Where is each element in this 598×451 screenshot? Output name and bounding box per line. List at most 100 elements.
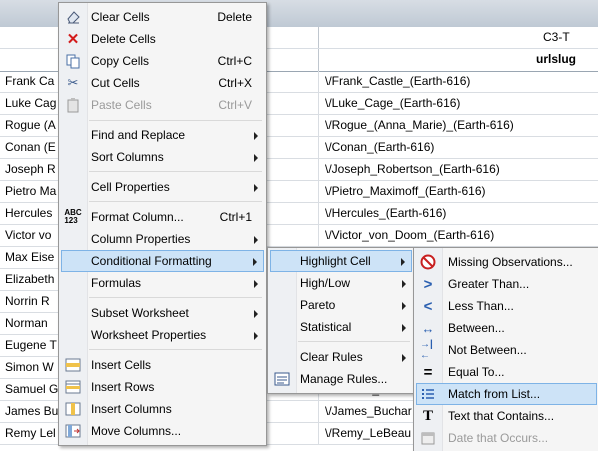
menu-item-not-between[interactable]: →|← Not Between... bbox=[416, 339, 597, 361]
equal-icon: = bbox=[423, 363, 433, 381]
slug-cell[interactable]: \/Frank_Castle_(Earth-616) bbox=[325, 74, 470, 88]
name-cell[interactable]: Norrin R bbox=[5, 294, 50, 308]
list-icon bbox=[420, 386, 436, 402]
menu-item-column-properties[interactable]: Column Properties bbox=[61, 228, 264, 250]
menu-item-pareto[interactable]: Pareto bbox=[270, 294, 412, 316]
menu-item-formulas[interactable]: Formulas bbox=[61, 272, 264, 294]
menu-item-worksheet-properties[interactable]: Worksheet Properties bbox=[61, 324, 264, 346]
slug-cell[interactable]: \/Hercules_(Earth-616) bbox=[325, 206, 446, 220]
name-cell[interactable]: Norman bbox=[5, 316, 48, 330]
submenu-arrow-icon bbox=[402, 302, 406, 310]
submenu-arrow-icon bbox=[402, 280, 406, 288]
menu-item-label: Copy Cells bbox=[91, 54, 150, 68]
menu-separator bbox=[89, 201, 262, 202]
slug-cell[interactable]: \/Conan_(Earth-616) bbox=[325, 140, 434, 154]
menu-item-label: Formulas bbox=[91, 276, 142, 290]
menu-item-label: High/Low bbox=[300, 276, 351, 290]
menu-item-clear-cells[interactable]: Clear Cells Delete bbox=[61, 6, 264, 28]
menu-item-match-from-list[interactable]: Match from List... bbox=[416, 383, 597, 405]
name-cell[interactable]: Luke Cag bbox=[5, 96, 56, 110]
menu-item-label: Greater Than... bbox=[448, 277, 530, 291]
menu-item-move-columns[interactable]: Move Columns... bbox=[61, 420, 264, 442]
menu-item-cut-cells[interactable]: ✂ Cut Cells Ctrl+X bbox=[61, 72, 264, 94]
manage-rules-icon bbox=[274, 371, 290, 387]
menu-separator bbox=[89, 297, 262, 298]
name-cell[interactable]: Simon W bbox=[5, 360, 54, 374]
slug-cell[interactable]: \/Luke_Cage_(Earth-616) bbox=[325, 96, 460, 110]
between-icon: ↔ bbox=[421, 320, 435, 336]
menu-item-find-replace[interactable]: Find and Replace bbox=[61, 124, 264, 146]
name-cell[interactable]: Pietro Ma bbox=[5, 184, 56, 198]
name-cell[interactable]: Rogue (A bbox=[5, 118, 56, 132]
submenu-arrow-icon bbox=[402, 354, 406, 362]
menu-item-equal-to[interactable]: = Equal To... bbox=[416, 361, 597, 383]
menu-item-format-column[interactable]: ABC 123 Format Column... Ctrl+1 bbox=[61, 206, 264, 228]
menu-item-clear-rules[interactable]: Clear Rules bbox=[270, 346, 412, 368]
name-cell[interactable]: Frank Ca bbox=[5, 74, 54, 88]
column-id-header[interactable]: C3-T bbox=[543, 30, 570, 44]
menu-item-sort-columns[interactable]: Sort Columns bbox=[61, 146, 264, 168]
menu-separator bbox=[89, 171, 262, 172]
menu-item-date-occurs[interactable]: Date that Occurs... bbox=[416, 427, 597, 449]
slug-cell[interactable]: \/Pietro_Maximoff_(Earth-616) bbox=[325, 184, 486, 198]
menu-item-conditional-formatting[interactable]: Conditional Formatting bbox=[61, 250, 264, 272]
slug-cell[interactable]: \/James_Buchar bbox=[325, 404, 412, 418]
submenu-arrow-icon bbox=[401, 258, 405, 266]
submenu-arrow-icon bbox=[254, 132, 258, 140]
slug-cell[interactable]: \/Joseph_Robertson_(Earth-616) bbox=[325, 162, 500, 176]
slug-cell[interactable]: \/Remy_LeBeau bbox=[325, 426, 411, 440]
name-cell[interactable]: Samuel G bbox=[5, 382, 58, 396]
name-cell[interactable]: James Bu bbox=[5, 404, 58, 418]
context-menu: Clear Cells Delete ✕ Delete Cells Copy C… bbox=[58, 2, 267, 446]
menu-item-label: Format Column... bbox=[91, 210, 184, 224]
menu-item-insert-rows[interactable]: Insert Rows bbox=[61, 376, 264, 398]
move-columns-icon bbox=[65, 423, 81, 439]
menu-item-label: Missing Observations... bbox=[448, 255, 573, 269]
menu-item-label: Match from List... bbox=[448, 387, 541, 401]
slug-cell[interactable]: \/Rogue_(Anna_Marie)_(Earth-616) bbox=[325, 118, 514, 132]
menu-item-greater-than[interactable]: > Greater Than... bbox=[416, 273, 597, 295]
format-123-icon: ABC 123 bbox=[64, 208, 82, 225]
copy-icon bbox=[65, 53, 81, 69]
menu-item-copy-cells[interactable]: Copy Cells Ctrl+C bbox=[61, 50, 264, 72]
menu-item-shortcut: Ctrl+C bbox=[217, 54, 252, 68]
menu-item-label: Sort Columns bbox=[91, 150, 164, 164]
menu-item-missing-observations[interactable]: Missing Observations... bbox=[416, 251, 597, 273]
calendar-icon bbox=[420, 430, 436, 446]
menu-item-highlight-cell[interactable]: Highlight Cell bbox=[270, 250, 412, 272]
menu-item-paste-cells[interactable]: Paste Cells Ctrl+V bbox=[61, 94, 264, 116]
insert-columns-icon bbox=[65, 401, 81, 417]
menu-item-label: Manage Rules... bbox=[300, 372, 388, 386]
menu-item-insert-columns[interactable]: Insert Columns bbox=[61, 398, 264, 420]
menu-item-high-low[interactable]: High/Low bbox=[270, 272, 412, 294]
menu-item-between[interactable]: ↔ Between... bbox=[416, 317, 597, 339]
menu-item-insert-cells[interactable]: Insert Cells bbox=[61, 354, 264, 376]
menu-item-subset-worksheet[interactable]: Subset Worksheet bbox=[61, 302, 264, 324]
menu-item-statistical[interactable]: Statistical bbox=[270, 316, 412, 338]
less-than-icon: < bbox=[423, 297, 433, 315]
menu-item-delete-cells[interactable]: ✕ Delete Cells bbox=[61, 28, 264, 50]
menu-item-cell-properties[interactable]: Cell Properties bbox=[61, 176, 264, 198]
name-cell[interactable]: Victor vo bbox=[5, 228, 51, 242]
menu-item-label: Text that Contains... bbox=[448, 409, 555, 423]
submenu-arrow-icon bbox=[254, 310, 258, 318]
menu-item-label: Paste Cells bbox=[91, 98, 152, 112]
paste-icon bbox=[65, 97, 81, 113]
name-cell[interactable]: Elizabeth bbox=[5, 272, 54, 286]
no-entry-icon bbox=[420, 254, 436, 270]
slug-cell[interactable]: \/Victor_von_Doom_(Earth-616) bbox=[325, 228, 494, 242]
menu-item-manage-rules[interactable]: Manage Rules... bbox=[270, 368, 412, 390]
menu-item-label: Equal To... bbox=[448, 365, 505, 379]
name-cell[interactable]: Eugene T bbox=[5, 338, 57, 352]
name-cell[interactable]: Hercules bbox=[5, 206, 52, 220]
submenu-arrow-icon bbox=[402, 324, 406, 332]
name-cell[interactable]: Remy Lel bbox=[5, 426, 56, 440]
menu-item-text-contains[interactable]: T Text that Contains... bbox=[416, 405, 597, 427]
column-name-header[interactable]: urlslug bbox=[536, 52, 576, 66]
submenu-arrow-icon bbox=[254, 332, 258, 340]
name-cell[interactable]: Conan (E bbox=[5, 140, 56, 154]
name-cell[interactable]: Max Eise bbox=[5, 250, 54, 264]
menu-item-less-than[interactable]: < Less Than... bbox=[416, 295, 597, 317]
name-cell[interactable]: Joseph R bbox=[5, 162, 56, 176]
menu-separator bbox=[298, 341, 410, 342]
